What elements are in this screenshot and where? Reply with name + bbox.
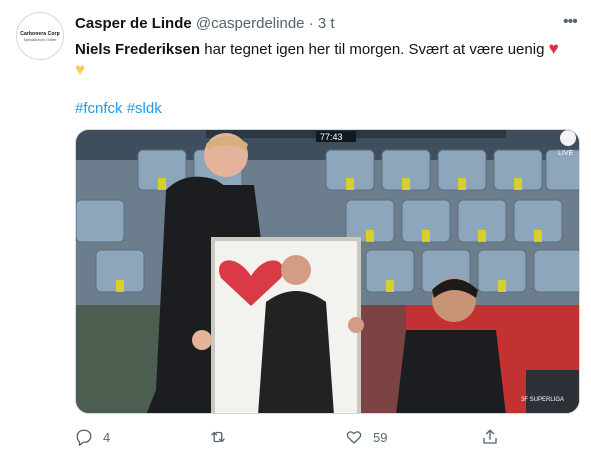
separator-dot: ·: [308, 15, 314, 32]
author-handle[interactable]: @casperdelinde: [196, 15, 305, 32]
heart-icon: [346, 431, 362, 444]
author-name[interactable]: Casper de Linde: [75, 15, 192, 32]
like-count: 59: [373, 429, 388, 445]
tweet-header: Casper de Linde @casperdelinde · 3 t: [75, 14, 335, 34]
hashtag-link[interactable]: #sldk: [127, 100, 162, 117]
hashtag-link[interactable]: #fcnfck: [75, 100, 123, 117]
tweet-actions: 4 59: [75, 426, 580, 448]
league-label: 3F SUPERLIGA: [521, 397, 564, 403]
avatar-brand-text: Carbonera Corp: [20, 30, 60, 37]
reply-count: 4: [103, 429, 111, 445]
mention-link[interactable]: Niels Frederiksen: [75, 41, 200, 58]
tweet-media-photo[interactable]: 77:43 LIVE 3F SUPERLIGA: [75, 129, 580, 414]
share-button[interactable]: [481, 426, 499, 448]
hashtags: #fcnfck #sldk: [75, 99, 162, 119]
yellow-heart-emoji: ♥: [75, 60, 86, 79]
avatar-sub-text: Specialized in Grillen: [23, 37, 57, 42]
like-button[interactable]: 59: [345, 426, 387, 448]
tweet[interactable]: Carbonera Corp Specialized in Grillen Ca…: [0, 0, 591, 458]
share-icon: [483, 429, 497, 444]
reply-icon: [76, 429, 92, 446]
match-clock: 77:43: [320, 132, 343, 142]
stadium-photo: 77:43 LIVE 3F SUPERLIGA: [76, 130, 579, 413]
retweet-icon: [211, 431, 225, 443]
red-heart-emoji: ♥: [548, 39, 559, 58]
avatar[interactable]: Carbonera Corp Specialized in Grillen: [16, 12, 64, 60]
tweet-body: har tegnet igen her til morgen. Svært at…: [200, 41, 549, 58]
tweet-text: Niels Frederiksen har tegnet igen her ti…: [75, 39, 575, 81]
more-horizontal-icon[interactable]: •••: [563, 12, 578, 32]
tweet-time[interactable]: 3 t: [318, 15, 335, 32]
reply-button[interactable]: 4: [75, 426, 110, 448]
live-label: LIVE: [558, 150, 574, 157]
retweet-button[interactable]: [209, 426, 237, 448]
